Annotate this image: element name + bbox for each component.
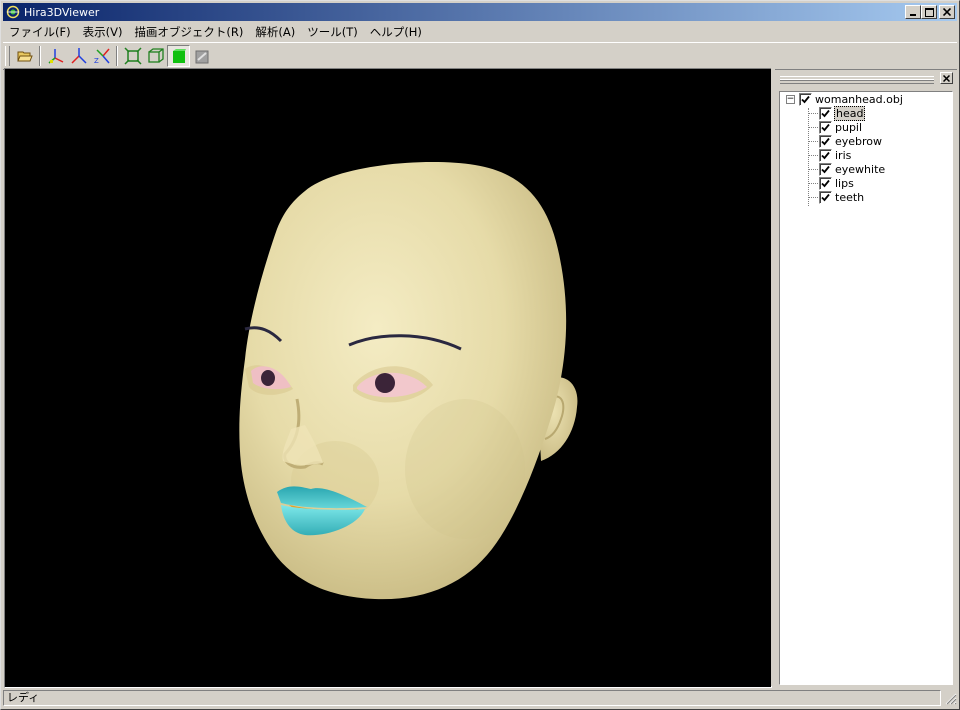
tree-root-label: womanhead.obj	[815, 92, 903, 106]
tree-item-iris[interactable]: iris	[819, 148, 852, 162]
maximize-icon	[924, 7, 934, 17]
resize-grip-icon[interactable]	[943, 691, 957, 705]
tree-item-label: teeth	[835, 190, 865, 204]
title-bar[interactable]: Hira3DViewer	[3, 3, 957, 21]
minimize-icon	[910, 14, 916, 16]
tree-item-label: eyebrow	[835, 134, 883, 148]
fit-view-icon	[123, 47, 142, 65]
menu-analysis[interactable]: 解析(A)	[249, 24, 301, 40]
object-tree[interactable]: − womanhead.obj head pupil eyebrow iris …	[779, 91, 953, 685]
tree-connector	[808, 155, 818, 156]
tree-item-label: lips	[835, 176, 854, 190]
status-bar: レディ	[3, 689, 957, 707]
close-icon	[943, 74, 950, 82]
panel-close-button[interactable]	[940, 72, 953, 84]
tree-item-head[interactable]: head	[819, 105, 866, 121]
tree-item-lips[interactable]: lips	[819, 176, 855, 190]
solid-shading-button[interactable]	[167, 45, 190, 67]
tree-item-label: pupil	[835, 120, 863, 134]
tree-connector	[808, 169, 818, 170]
menu-file[interactable]: ファイル(F)	[3, 24, 77, 40]
open-button[interactable]	[13, 45, 36, 67]
tree-root[interactable]: − womanhead.obj	[786, 92, 904, 106]
axis-xz-icon: Z	[94, 48, 110, 65]
tree-item-checkbox[interactable]	[819, 190, 832, 204]
check-icon	[801, 95, 810, 103]
texture-shading-icon	[195, 50, 208, 64]
menu-view[interactable]: 表示(V)	[77, 24, 129, 40]
check-icon	[821, 137, 830, 145]
tree-connector	[808, 183, 818, 184]
toolbar: Z	[3, 42, 957, 70]
app-icon[interactable]	[6, 5, 20, 19]
axis-y-icon	[70, 48, 87, 64]
tree-item-checkbox[interactable]	[819, 148, 832, 162]
fit-view-button[interactable]	[121, 45, 144, 67]
main-window: Hira3DViewer ファイル(F) 表示(V) 描画オブジェクト(R) 解…	[0, 0, 960, 710]
tree-item-checkbox[interactable]	[819, 176, 832, 190]
collapse-icon[interactable]: −	[786, 94, 795, 104]
object-tree-panel: − womanhead.obj head pupil eyebrow iris …	[776, 68, 957, 687]
woman-head-model	[239, 162, 578, 600]
wireframe-icon	[147, 48, 164, 63]
minimize-button[interactable]	[905, 5, 921, 19]
tree-item-eyewhite[interactable]: eyewhite	[819, 162, 886, 176]
axis-xyz-icon	[48, 49, 63, 64]
tree-item-label: head	[834, 105, 866, 121]
menu-bar: ファイル(F) 表示(V) 描画オブジェクト(R) 解析(A) ツール(T) ヘ…	[3, 22, 957, 42]
tree-item-checkbox[interactable]	[819, 162, 832, 176]
check-icon	[821, 151, 830, 159]
tree-item-pupil[interactable]: pupil	[819, 120, 863, 134]
check-icon	[821, 165, 830, 173]
tree-connector	[808, 127, 818, 128]
texture-shading-button[interactable]	[190, 45, 213, 67]
maximize-button[interactable]	[921, 5, 937, 19]
tree-item-teeth[interactable]: teeth	[819, 190, 865, 204]
axis-xz-button[interactable]: Z	[90, 45, 113, 67]
close-button[interactable]	[939, 5, 955, 19]
menu-help[interactable]: ヘルプ(H)	[364, 24, 428, 40]
tree-item-checkbox[interactable]	[819, 106, 832, 120]
tree-item-checkbox[interactable]	[819, 120, 832, 134]
panel-grip[interactable]	[780, 76, 934, 84]
open-folder-icon	[16, 51, 33, 62]
tree-item-label: iris	[835, 148, 852, 162]
tree-item-label: eyewhite	[835, 162, 886, 176]
menu-tools[interactable]: ツール(T)	[301, 24, 364, 40]
tree-connector	[808, 113, 818, 114]
check-icon	[821, 109, 830, 117]
toolbar-separator	[116, 46, 118, 66]
wireframe-button[interactable]	[144, 45, 167, 67]
toolbar-grip[interactable]	[5, 46, 10, 66]
tree-connector	[808, 141, 818, 142]
tree-connector	[808, 108, 809, 206]
panel-splitter[interactable]	[771, 68, 775, 686]
axis-y-button[interactable]	[67, 45, 90, 67]
check-icon	[821, 123, 830, 131]
panel-header[interactable]	[776, 68, 957, 90]
check-icon	[821, 179, 830, 187]
close-icon	[943, 8, 951, 16]
status-text: レディ	[3, 690, 941, 706]
toolbar-separator	[39, 46, 41, 66]
3d-viewport[interactable]	[4, 68, 772, 688]
tree-root-checkbox[interactable]	[799, 92, 812, 106]
menu-render-object[interactable]: 描画オブジェクト(R)	[128, 24, 249, 40]
svg-text:Z: Z	[94, 57, 99, 65]
tree-item-checkbox[interactable]	[819, 134, 832, 148]
axis-xyz-button[interactable]	[44, 45, 67, 67]
window-title: Hira3DViewer	[24, 5, 100, 19]
tree-item-eyebrow[interactable]: eyebrow	[819, 134, 883, 148]
solid-shading-icon	[172, 49, 186, 63]
tree-connector	[808, 197, 818, 198]
check-icon	[821, 193, 830, 201]
